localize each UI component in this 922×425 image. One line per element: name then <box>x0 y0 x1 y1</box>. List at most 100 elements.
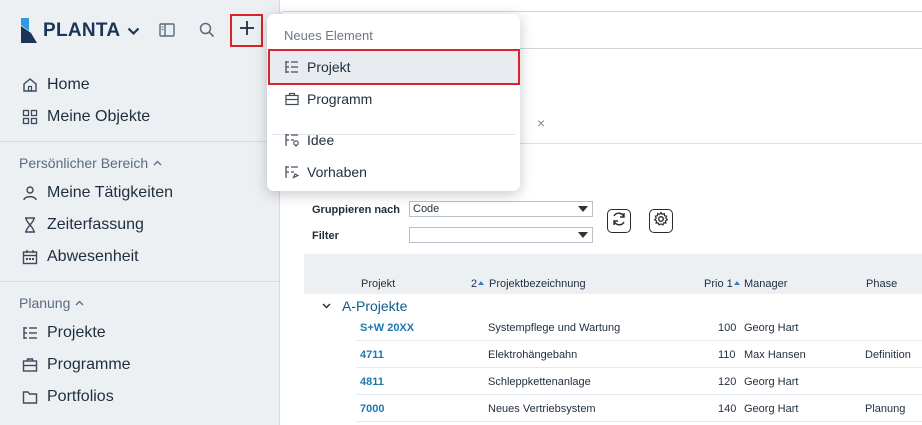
project-manager: Georg Hart <box>744 322 799 334</box>
search-icon[interactable] <box>195 18 219 42</box>
person-icon <box>21 184 39 202</box>
proposal-list-icon <box>284 165 299 180</box>
settings-button[interactable] <box>649 209 673 233</box>
dropdown-arrow-icon <box>578 206 588 212</box>
home-icon <box>21 76 39 94</box>
sidebar-item-label: Abwesenheit <box>47 248 139 265</box>
logo-text: PLANTA <box>43 20 121 41</box>
menu-item-idee[interactable]: Idee <box>267 124 520 156</box>
briefcase-icon <box>21 356 39 374</box>
menu-item-projekt[interactable]: Projekt <box>267 51 520 83</box>
project-name: Neues Vertriebsystem <box>488 403 596 415</box>
table-row[interactable]: 4711 Elektrohängebahn 110 Max Hansen Def… <box>356 341 922 368</box>
chevron-down-icon <box>127 27 140 36</box>
menu-item-label: Projekt <box>307 59 351 75</box>
grid-icon <box>21 108 39 126</box>
column-header-projekt[interactable]: Projekt <box>361 278 395 290</box>
plus-icon <box>239 21 254 40</box>
sidebar-item-projekte[interactable]: Projekte <box>21 321 106 345</box>
project-code[interactable]: S+W 20XX <box>360 322 414 334</box>
chevron-up-icon <box>75 300 84 306</box>
project-code[interactable]: 4811 <box>360 376 384 388</box>
chevron-down-icon <box>322 303 331 309</box>
column-header-manager[interactable]: Manager <box>744 278 787 290</box>
table-row[interactable]: S+W 20XX Systempflege und Wartung 100 Ge… <box>356 314 922 341</box>
menu-item-label: Programm <box>307 91 373 107</box>
sidebar-item-zeiterfassung[interactable]: Zeiterfassung <box>21 213 144 237</box>
briefcase-icon <box>284 92 299 107</box>
sidebar-item-abwesenheit[interactable]: Abwesenheit <box>21 245 139 269</box>
project-prio: 120 <box>718 376 737 388</box>
project-manager: Max Hansen <box>744 349 806 361</box>
project-code[interactable]: 4711 <box>360 349 384 361</box>
add-new-button[interactable] <box>230 14 263 47</box>
project-name: Elektrohängebahn <box>488 349 578 361</box>
sidebar-item-label: Programme <box>47 356 131 373</box>
sidebar-item-meine-taetigkeiten[interactable]: Meine Tätigkeiten <box>21 181 173 205</box>
refresh-icon <box>611 211 627 232</box>
app-logo-menu[interactable]: PLANTA <box>19 17 140 45</box>
sort-index: 2 <box>471 278 478 290</box>
table-row[interactable]: 4811 Schleppkettenanlage 120 Georg Hart <box>356 368 922 395</box>
menu-title: Neues Element <box>284 28 373 43</box>
project-list-icon <box>21 324 39 342</box>
sidebar-toggle-icon[interactable] <box>155 18 179 42</box>
top-bar: PLANTA <box>0 0 280 60</box>
group-by-value: Code <box>413 203 440 215</box>
filter-select[interactable] <box>409 227 593 243</box>
section-persoenlicher-bereich[interactable]: Persönlicher Bereich <box>19 155 162 171</box>
filter-label: Filter <box>312 230 339 242</box>
dropdown-arrow-icon <box>578 232 588 238</box>
table-row[interactable]: 7000 Neues Vertriebsystem 140 Georg Hart… <box>356 395 922 422</box>
project-list-icon <box>284 60 299 75</box>
column-header-projektbezeichnung[interactable]: Projektbezeichnung <box>489 278 586 290</box>
project-name: Schleppkettenanlage <box>488 376 591 388</box>
close-icon[interactable]: × <box>537 115 545 131</box>
column-header-sort-index[interactable]: 2 <box>471 278 485 290</box>
chevron-up-icon <box>153 160 162 166</box>
sidebar-item-label: Meine Objekte <box>47 108 151 125</box>
hourglass-icon <box>21 216 39 234</box>
group-by-select[interactable]: Code <box>409 201 593 217</box>
sort-ascending-icon <box>478 281 485 285</box>
idea-list-icon <box>284 133 299 148</box>
sidebar-item-label: Projekte <box>47 324 106 341</box>
gear-icon <box>653 210 669 232</box>
section-planung[interactable]: Planung <box>19 295 84 311</box>
group-row[interactable]: A-Projekte <box>322 298 407 314</box>
menu-item-label: Idee <box>307 132 335 148</box>
sort-ascending-icon <box>733 281 740 285</box>
column-header-phase[interactable]: Phase <box>866 278 897 290</box>
project-manager: Georg Hart <box>744 403 799 415</box>
menu-item-vorhaben[interactable]: Vorhaben <box>267 156 520 188</box>
sidebar-item-label: Portfolios <box>47 388 114 405</box>
refresh-button[interactable] <box>607 209 631 233</box>
project-prio: 140 <box>718 403 737 415</box>
planta-logo-icon <box>19 17 39 45</box>
column-header-prio[interactable]: Prio 1 <box>704 278 740 290</box>
folder-icon <box>21 388 39 406</box>
prio-header-label: Prio 1 <box>704 278 733 290</box>
calendar-icon <box>21 248 39 266</box>
grid-header <box>304 254 922 294</box>
new-element-menu: Neues Element Projekt Programm Idee Vorh… <box>267 14 520 191</box>
sidebar-item-home[interactable]: Home <box>21 73 90 97</box>
project-name: Systempflege und Wartung <box>488 322 621 334</box>
sidebar-item-meine-objekte[interactable]: Meine Objekte <box>21 105 150 129</box>
project-phase: Planung <box>865 403 906 415</box>
group-label: A-Projekte <box>342 298 408 314</box>
sidebar-item-label: Meine Tätigkeiten <box>47 184 173 201</box>
sidebar-item-label: Zeiterfassung <box>47 216 144 233</box>
sidebar-divider <box>0 281 280 282</box>
project-manager: Georg Hart <box>744 376 799 388</box>
sidebar-item-portfolios[interactable]: Portfolios <box>21 385 114 409</box>
project-prio: 100 <box>718 322 737 334</box>
sidebar-item-programme[interactable]: Programme <box>21 353 131 377</box>
sidebar-divider <box>0 141 280 142</box>
group-by-label: Gruppieren nach <box>312 204 401 216</box>
project-prio: 110 <box>718 349 736 361</box>
section-title: Planung <box>19 295 71 311</box>
menu-item-programm[interactable]: Programm <box>267 83 520 115</box>
menu-item-label: Vorhaben <box>307 164 367 180</box>
project-code[interactable]: 7000 <box>360 403 384 415</box>
